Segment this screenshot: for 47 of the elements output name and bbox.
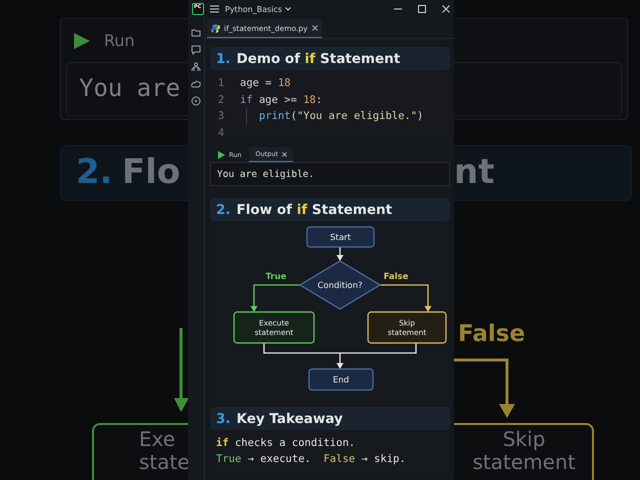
code-line: age = 18 [239, 76, 291, 91]
section-number: 2. [76, 152, 113, 192]
line-number: 1 [216, 76, 226, 91]
takeaway-line: True → execute. False → skip. [216, 452, 407, 467]
section-title: Flow of if Statement [236, 202, 392, 218]
play-circle-icon[interactable] [191, 96, 201, 106]
section-title: Flo [122, 152, 180, 192]
chevron-down-icon[interactable] [285, 7, 292, 11]
play-icon [74, 33, 90, 49]
close-icon[interactable] [282, 152, 288, 156]
output-text: You are eligible. [210, 162, 450, 186]
line-number: 2 [216, 92, 226, 108]
branch-label: True [266, 272, 286, 282]
flow-node: Start [306, 226, 375, 248]
folder-icon[interactable] [191, 28, 201, 38]
connector-arrow [380, 284, 432, 312]
branch-label: False [384, 272, 408, 282]
code-line: if age >= 18: [239, 92, 322, 108]
python-icon [211, 24, 220, 32]
section-number: 2. [216, 202, 231, 218]
menu-icon[interactable] [210, 5, 219, 13]
output-text: You are [79, 74, 180, 102]
network-icon[interactable] [191, 62, 201, 72]
flow-node: End [308, 368, 374, 391]
cloud-icon[interactable] [191, 79, 201, 89]
run-icon [218, 150, 225, 158]
line-number: 4 [216, 126, 226, 140]
decision-node: Condition? [298, 260, 382, 310]
close-icon[interactable] [442, 5, 450, 13]
line-number: 3 [216, 109, 226, 124]
connector-arrow [336, 247, 344, 261]
maximize-icon[interactable] [418, 5, 426, 13]
flow-node: Skip statement [454, 423, 594, 480]
close-icon[interactable] [312, 25, 318, 31]
connector-arrow [454, 358, 516, 418]
project-name[interactable]: Python_Basics [225, 4, 282, 14]
section-title: nt [454, 152, 494, 192]
run-label: Run [104, 31, 135, 50]
section-number: 1. [216, 50, 231, 66]
section-title: Key Takeaway [236, 410, 343, 426]
section-title: Demo of if Statement [236, 50, 400, 66]
code-line: print("You are eligible.") [246, 108, 424, 124]
connector-arrow [250, 284, 300, 312]
section-number: 3. [216, 410, 231, 426]
takeaway-line: if checks a condition. [216, 436, 356, 451]
comment-icon[interactable] [191, 45, 201, 55]
branch-label: False [458, 321, 526, 347]
